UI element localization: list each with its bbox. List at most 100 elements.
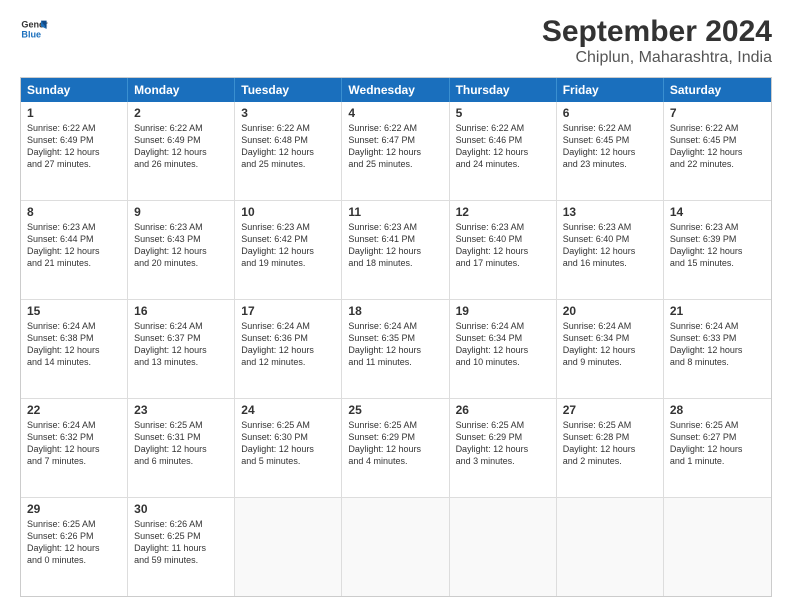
- cell-text: Sunrise: 6:25 AM Sunset: 6:26 PM Dayligh…: [27, 518, 121, 567]
- cell-text: Sunrise: 6:24 AM Sunset: 6:32 PM Dayligh…: [27, 419, 121, 468]
- cell-text: Sunrise: 6:23 AM Sunset: 6:41 PM Dayligh…: [348, 221, 442, 270]
- header-friday: Friday: [557, 78, 664, 102]
- calendar-cell: 16Sunrise: 6:24 AM Sunset: 6:37 PM Dayli…: [128, 300, 235, 398]
- header-saturday: Saturday: [664, 78, 771, 102]
- header-wednesday: Wednesday: [342, 78, 449, 102]
- cell-text: Sunrise: 6:24 AM Sunset: 6:37 PM Dayligh…: [134, 320, 228, 369]
- cell-text: Sunrise: 6:22 AM Sunset: 6:49 PM Dayligh…: [27, 122, 121, 171]
- cell-text: Sunrise: 6:23 AM Sunset: 6:42 PM Dayligh…: [241, 221, 335, 270]
- calendar-row-0: 1Sunrise: 6:22 AM Sunset: 6:49 PM Daylig…: [21, 102, 771, 200]
- day-number: 13: [563, 205, 657, 219]
- calendar-row-2: 15 Sunrise: 6:24 AM Sunset: 6:38 PM Dayli…: [21, 299, 771, 398]
- calendar: Sunday Monday Tuesday Wednesday Thursday…: [20, 77, 772, 597]
- calendar-cell: 4 Sunrise: 6:22 AM Sunset: 6:47 PM Daylig…: [342, 102, 449, 200]
- calendar-cell: [450, 498, 557, 596]
- day-number: 25: [348, 403, 442, 417]
- day-number: 7: [670, 106, 765, 120]
- logo-icon: General Blue: [20, 15, 48, 43]
- calendar-cell: 28 Sunrise: 6:25 AM Sunset: 6:27 PM Dayli…: [664, 399, 771, 497]
- day-number: 23: [134, 403, 228, 417]
- day-number: 15: [27, 304, 121, 318]
- day-number: 12: [456, 205, 550, 219]
- day-number: 18: [348, 304, 442, 318]
- calendar-cell: 3 Sunrise: 6:22 AM Sunset: 6:48 PM Daylig…: [235, 102, 342, 200]
- header: General Blue September 2024 Chiplun, Mah…: [20, 15, 772, 67]
- day-number: 19: [456, 304, 550, 318]
- cell-text: Sunrise: 6:23 AM Sunset: 6:40 PM Dayligh…: [563, 221, 657, 270]
- calendar-row-3: 22Sunrise: 6:24 AM Sunset: 6:32 PM Dayli…: [21, 398, 771, 497]
- calendar-cell: 12 Sunrise: 6:23 AM Sunset: 6:40 PM Dayli…: [450, 201, 557, 299]
- day-number: 5: [456, 106, 550, 120]
- calendar-cell: 8 Sunrise: 6:23 AM Sunset: 6:44 PM Daylig…: [21, 201, 128, 299]
- calendar-cell: 9 Sunrise: 6:23 AM Sunset: 6:43 PM Daylig…: [128, 201, 235, 299]
- cell-text: Sunrise: 6:23 AM Sunset: 6:40 PM Dayligh…: [456, 221, 550, 270]
- cell-text: Sunrise: 6:25 AM Sunset: 6:31 PM Dayligh…: [134, 419, 228, 468]
- calendar-row-4: 29 Sunrise: 6:25 AM Sunset: 6:26 PM Dayli…: [21, 497, 771, 596]
- day-number: 9: [134, 205, 228, 219]
- calendar-header: Sunday Monday Tuesday Wednesday Thursday…: [21, 78, 771, 102]
- calendar-cell: 29 Sunrise: 6:25 AM Sunset: 6:26 PM Dayli…: [21, 498, 128, 596]
- main-title: September 2024: [542, 15, 772, 49]
- calendar-cell: 25Sunrise: 6:25 AM Sunset: 6:29 PM Dayli…: [342, 399, 449, 497]
- header-thursday: Thursday: [450, 78, 557, 102]
- calendar-cell: 18 Sunrise: 6:24 AM Sunset: 6:35 PM Dayli…: [342, 300, 449, 398]
- day-number: 4: [348, 106, 442, 120]
- day-number: 17: [241, 304, 335, 318]
- calendar-cell: 23 Sunrise: 6:25 AM Sunset: 6:31 PM Dayli…: [128, 399, 235, 497]
- cell-text: Sunrise: 6:24 AM Sunset: 6:35 PM Dayligh…: [348, 320, 442, 369]
- calendar-cell: 27Sunrise: 6:25 AM Sunset: 6:28 PM Dayli…: [557, 399, 664, 497]
- calendar-cell: 1Sunrise: 6:22 AM Sunset: 6:49 PM Daylig…: [21, 102, 128, 200]
- cell-text: Sunrise: 6:24 AM Sunset: 6:34 PM Dayligh…: [456, 320, 550, 369]
- cell-text: Sunrise: 6:22 AM Sunset: 6:46 PM Dayligh…: [456, 122, 550, 171]
- cell-text: Sunrise: 6:24 AM Sunset: 6:36 PM Dayligh…: [241, 320, 335, 369]
- calendar-cell: 14 Sunrise: 6:23 AM Sunset: 6:39 PM Dayli…: [664, 201, 771, 299]
- cell-text: Sunrise: 6:25 AM Sunset: 6:29 PM Dayligh…: [456, 419, 550, 468]
- day-number: 3: [241, 106, 335, 120]
- cell-text: Sunrise: 6:24 AM Sunset: 6:38 PM Dayligh…: [27, 320, 121, 369]
- calendar-cell: [235, 498, 342, 596]
- calendar-cell: 26 Sunrise: 6:25 AM Sunset: 6:29 PM Dayli…: [450, 399, 557, 497]
- day-number: 8: [27, 205, 121, 219]
- cell-text: Sunrise: 6:26 AM Sunset: 6:25 PM Dayligh…: [134, 518, 228, 567]
- cell-text: Sunrise: 6:22 AM Sunset: 6:45 PM Dayligh…: [670, 122, 765, 171]
- calendar-cell: 17 Sunrise: 6:24 AM Sunset: 6:36 PM Dayli…: [235, 300, 342, 398]
- subtitle: Chiplun, Maharashtra, India: [542, 49, 772, 67]
- cell-text: Sunrise: 6:25 AM Sunset: 6:27 PM Dayligh…: [670, 419, 765, 468]
- calendar-cell: 13 Sunrise: 6:23 AM Sunset: 6:40 PM Dayli…: [557, 201, 664, 299]
- svg-text:Blue: Blue: [21, 29, 41, 39]
- calendar-cell: 24Sunrise: 6:25 AM Sunset: 6:30 PM Dayli…: [235, 399, 342, 497]
- day-number: 26: [456, 403, 550, 417]
- calendar-cell: 7 Sunrise: 6:22 AM Sunset: 6:45 PM Daylig…: [664, 102, 771, 200]
- page: General Blue September 2024 Chiplun, Mah…: [0, 0, 792, 612]
- cell-text: Sunrise: 6:23 AM Sunset: 6:39 PM Dayligh…: [670, 221, 765, 270]
- cell-text: Sunrise: 6:25 AM Sunset: 6:28 PM Dayligh…: [563, 419, 657, 468]
- day-number: 29: [27, 502, 121, 516]
- cell-text: Sunrise: 6:22 AM Sunset: 6:49 PM Dayligh…: [134, 122, 228, 171]
- cell-text: Sunrise: 6:24 AM Sunset: 6:33 PM Dayligh…: [670, 320, 765, 369]
- calendar-cell: [557, 498, 664, 596]
- calendar-cell: 15 Sunrise: 6:24 AM Sunset: 6:38 PM Dayli…: [21, 300, 128, 398]
- calendar-cell: 20Sunrise: 6:24 AM Sunset: 6:34 PM Dayli…: [557, 300, 664, 398]
- calendar-cell: 30 Sunrise: 6:26 AM Sunset: 6:25 PM Dayli…: [128, 498, 235, 596]
- cell-text: Sunrise: 6:25 AM Sunset: 6:30 PM Dayligh…: [241, 419, 335, 468]
- calendar-cell: [664, 498, 771, 596]
- calendar-cell: 5 Sunrise: 6:22 AM Sunset: 6:46 PM Daylig…: [450, 102, 557, 200]
- calendar-cell: 6Sunrise: 6:22 AM Sunset: 6:45 PM Daylig…: [557, 102, 664, 200]
- cell-text: Sunrise: 6:24 AM Sunset: 6:34 PM Dayligh…: [563, 320, 657, 369]
- cell-text: Sunrise: 6:22 AM Sunset: 6:45 PM Dayligh…: [563, 122, 657, 171]
- calendar-cell: 19 Sunrise: 6:24 AM Sunset: 6:34 PM Dayli…: [450, 300, 557, 398]
- title-block: September 2024 Chiplun, Maharashtra, Ind…: [542, 15, 772, 67]
- calendar-cell: [342, 498, 449, 596]
- cell-text: Sunrise: 6:22 AM Sunset: 6:48 PM Dayligh…: [241, 122, 335, 171]
- calendar-cell: 21 Sunrise: 6:24 AM Sunset: 6:33 PM Dayli…: [664, 300, 771, 398]
- cell-text: Sunrise: 6:22 AM Sunset: 6:47 PM Dayligh…: [348, 122, 442, 171]
- header-monday: Monday: [128, 78, 235, 102]
- day-number: 30: [134, 502, 228, 516]
- calendar-cell: 2Sunrise: 6:22 AM Sunset: 6:49 PM Daylig…: [128, 102, 235, 200]
- cell-text: Sunrise: 6:23 AM Sunset: 6:43 PM Dayligh…: [134, 221, 228, 270]
- day-number: 28: [670, 403, 765, 417]
- day-number: 21: [670, 304, 765, 318]
- day-number: 14: [670, 205, 765, 219]
- cell-text: Sunrise: 6:23 AM Sunset: 6:44 PM Dayligh…: [27, 221, 121, 270]
- logo: General Blue: [20, 15, 48, 43]
